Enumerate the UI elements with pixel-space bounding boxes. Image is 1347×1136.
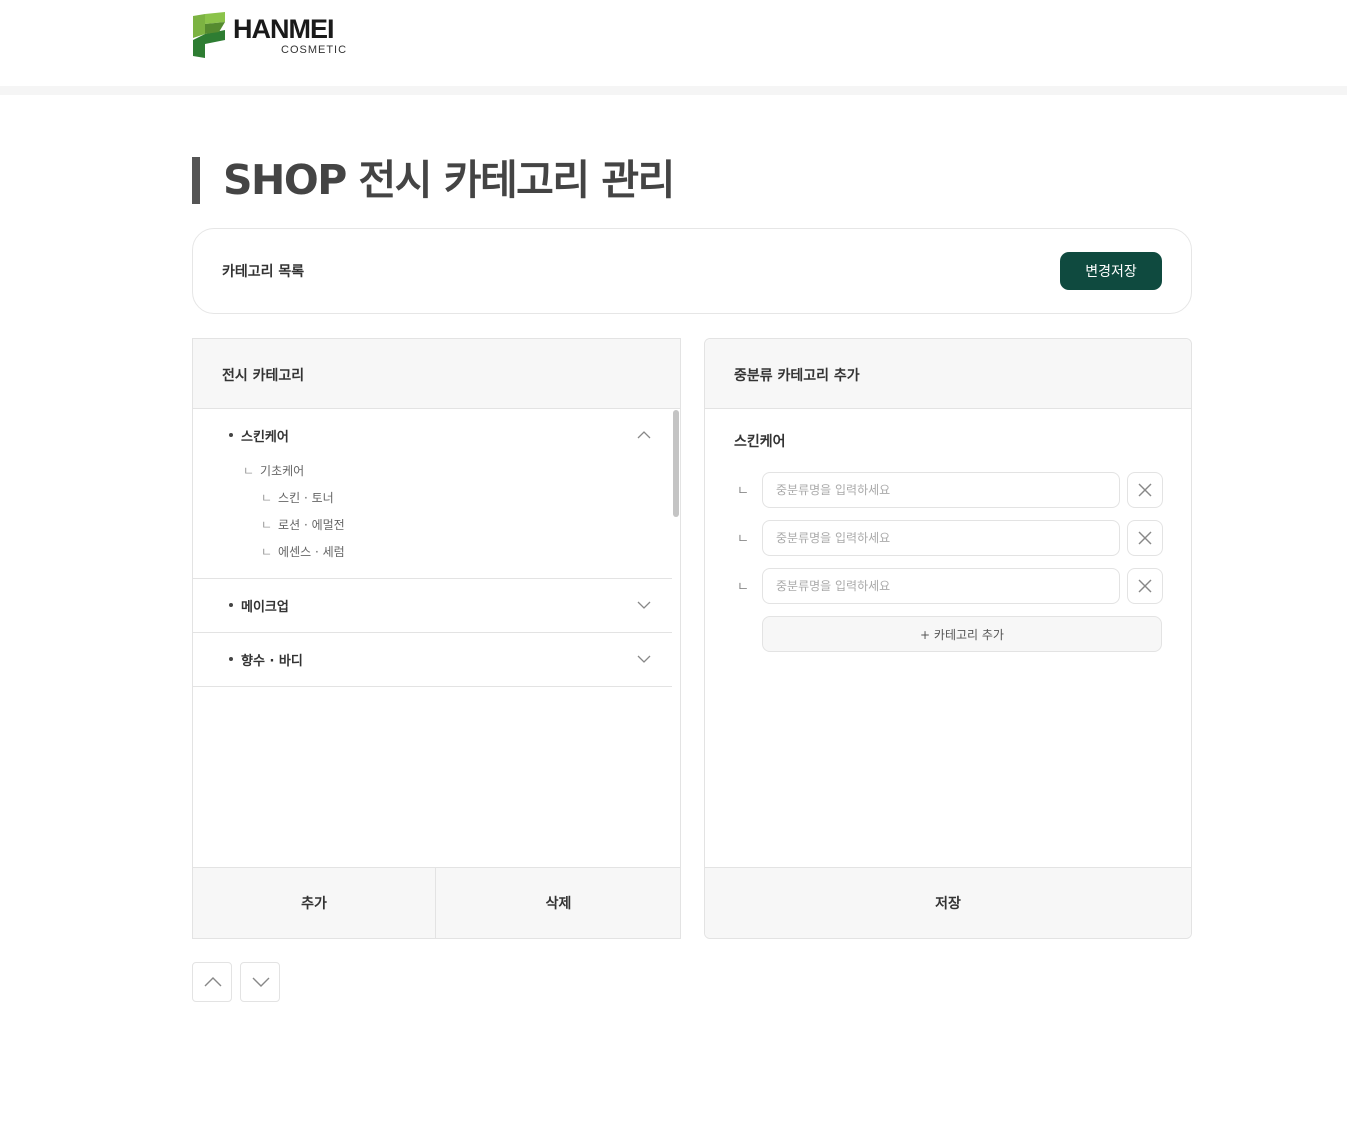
bullet-icon xyxy=(229,657,233,661)
subcategory-label: 스킨 · 토너 xyxy=(278,491,334,505)
delete-category-button[interactable]: 삭제 xyxy=(437,868,680,938)
subcategory-label: 에센스 · 세럼 xyxy=(278,545,345,559)
corner-icon: ㄴ xyxy=(737,532,749,547)
subcategory-input-row: ㄴ xyxy=(734,520,1164,556)
category-row-fragrance-body[interactable]: 향수 · 바디 xyxy=(193,633,674,686)
brand-subtitle: COSMETIC xyxy=(281,44,348,56)
subcategory-item[interactable]: ㄴ 스킨 · 토너 xyxy=(261,489,334,506)
category-label: 스킨케어 xyxy=(241,430,289,445)
save-button[interactable]: 저장 xyxy=(705,868,1191,938)
chevron-up-icon xyxy=(204,977,222,987)
tree-scrollbar-thumb[interactable] xyxy=(673,410,679,517)
subcategory-name-input[interactable] xyxy=(762,520,1120,556)
subcategory-input-row: ㄴ xyxy=(734,472,1164,508)
chevron-down-icon[interactable] xyxy=(637,598,651,612)
title-accent-bar xyxy=(192,157,200,204)
category-group-makeup: 메이크업 xyxy=(193,579,674,633)
toolbar-label: 카테고리 목록 xyxy=(222,264,305,280)
save-changes-button[interactable]: 변경저장 xyxy=(1060,252,1162,290)
panel-header: 중분류 카테고리 추가 xyxy=(705,339,1191,409)
subcategory-item[interactable]: ㄴ 기초케어 xyxy=(243,462,304,479)
page-title: SHOP 전시 카테고리 관리 xyxy=(223,156,675,204)
category-row-skincare[interactable]: 스킨케어 xyxy=(193,409,674,462)
hanmei-logo-mark-icon xyxy=(193,12,225,58)
bullet-icon xyxy=(229,603,233,607)
parent-category-label: 스킨케어 xyxy=(734,434,786,450)
brand-name: HANMEI xyxy=(233,14,334,44)
subcategory-name-input[interactable] xyxy=(762,568,1120,604)
panel-title: 중분류 카테고리 추가 xyxy=(734,368,860,384)
category-row-makeup[interactable]: 메이크업 xyxy=(193,579,674,632)
close-icon xyxy=(1138,483,1152,497)
category-group-skincare: 스킨케어 ㄴ 기초케어 ㄴ 스킨 · 토너 ㄴ 로션 · 에멀전 ㄴ 에센스 · 세럼 xyxy=(193,409,674,579)
subcategory-item[interactable]: ㄴ 로션 · 에멀전 xyxy=(261,516,345,533)
corner-icon: ㄴ xyxy=(261,491,273,505)
move-down-button[interactable] xyxy=(240,962,280,1002)
category-label: 향수 · 바디 xyxy=(241,654,303,669)
right-panel-footer: 저장 xyxy=(705,867,1191,938)
subcategory-name-input[interactable] xyxy=(762,472,1120,508)
bullet-icon xyxy=(229,433,233,437)
corner-icon: ㄴ xyxy=(737,484,749,499)
subcategory-item[interactable]: ㄴ 에센스 · 세럼 xyxy=(261,543,345,560)
subcategory-label: 로션 · 에멀전 xyxy=(278,518,345,532)
close-icon xyxy=(1138,579,1152,593)
corner-icon: ㄴ xyxy=(261,545,273,559)
left-panel-footer: 추가 삭제 xyxy=(193,867,680,938)
hanmei-logo[interactable]: HANMEI COSMETIC xyxy=(191,12,351,60)
panel-title: 전시 카테고리 xyxy=(222,368,305,384)
subcategory-add-panel: 중분류 카테고리 추가 스킨케어 ㄴ ㄴ ㄴ xyxy=(704,338,1192,939)
subcategory-label: 기초케어 xyxy=(260,464,305,478)
corner-icon: ㄴ xyxy=(243,464,255,478)
add-subcategory-row-button[interactable]: + 카테고리 추가 xyxy=(762,616,1162,652)
close-icon xyxy=(1138,531,1152,545)
remove-row-button[interactable] xyxy=(1127,520,1163,556)
remove-row-button[interactable] xyxy=(1127,472,1163,508)
corner-icon: ㄴ xyxy=(737,580,749,595)
category-group-fragrance-body: 향수 · 바디 xyxy=(193,633,674,687)
panel-header: 전시 카테고리 xyxy=(193,339,680,409)
category-toolbar: 카테고리 목록 변경저장 xyxy=(192,228,1192,314)
category-label: 메이크업 xyxy=(241,600,289,615)
remove-row-button[interactable] xyxy=(1127,568,1163,604)
chevron-down-icon xyxy=(252,977,270,987)
header-divider xyxy=(0,86,1347,95)
category-tree: 스킨케어 ㄴ 기초케어 ㄴ 스킨 · 토너 ㄴ 로션 · 에멀전 ㄴ 에센스 · 세럼 xyxy=(193,409,674,868)
move-up-button[interactable] xyxy=(192,962,232,1002)
site-header: HANMEI COSMETIC xyxy=(0,0,1347,86)
subcategory-list: ㄴ 기초케어 ㄴ 스킨 · 토너 ㄴ 로션 · 에멀전 ㄴ 에센스 · 세럼 xyxy=(193,462,674,578)
subcategory-input-row: ㄴ xyxy=(734,568,1164,604)
display-category-panel: 전시 카테고리 스킨케어 ㄴ 기초케어 ㄴ 스킨 · 토너 ㄴ 로션 · 에멀전 xyxy=(192,338,681,939)
chevron-down-icon[interactable] xyxy=(637,652,651,666)
corner-icon: ㄴ xyxy=(261,518,273,532)
chevron-up-icon[interactable] xyxy=(637,428,651,442)
add-category-button[interactable]: 추가 xyxy=(193,868,436,938)
